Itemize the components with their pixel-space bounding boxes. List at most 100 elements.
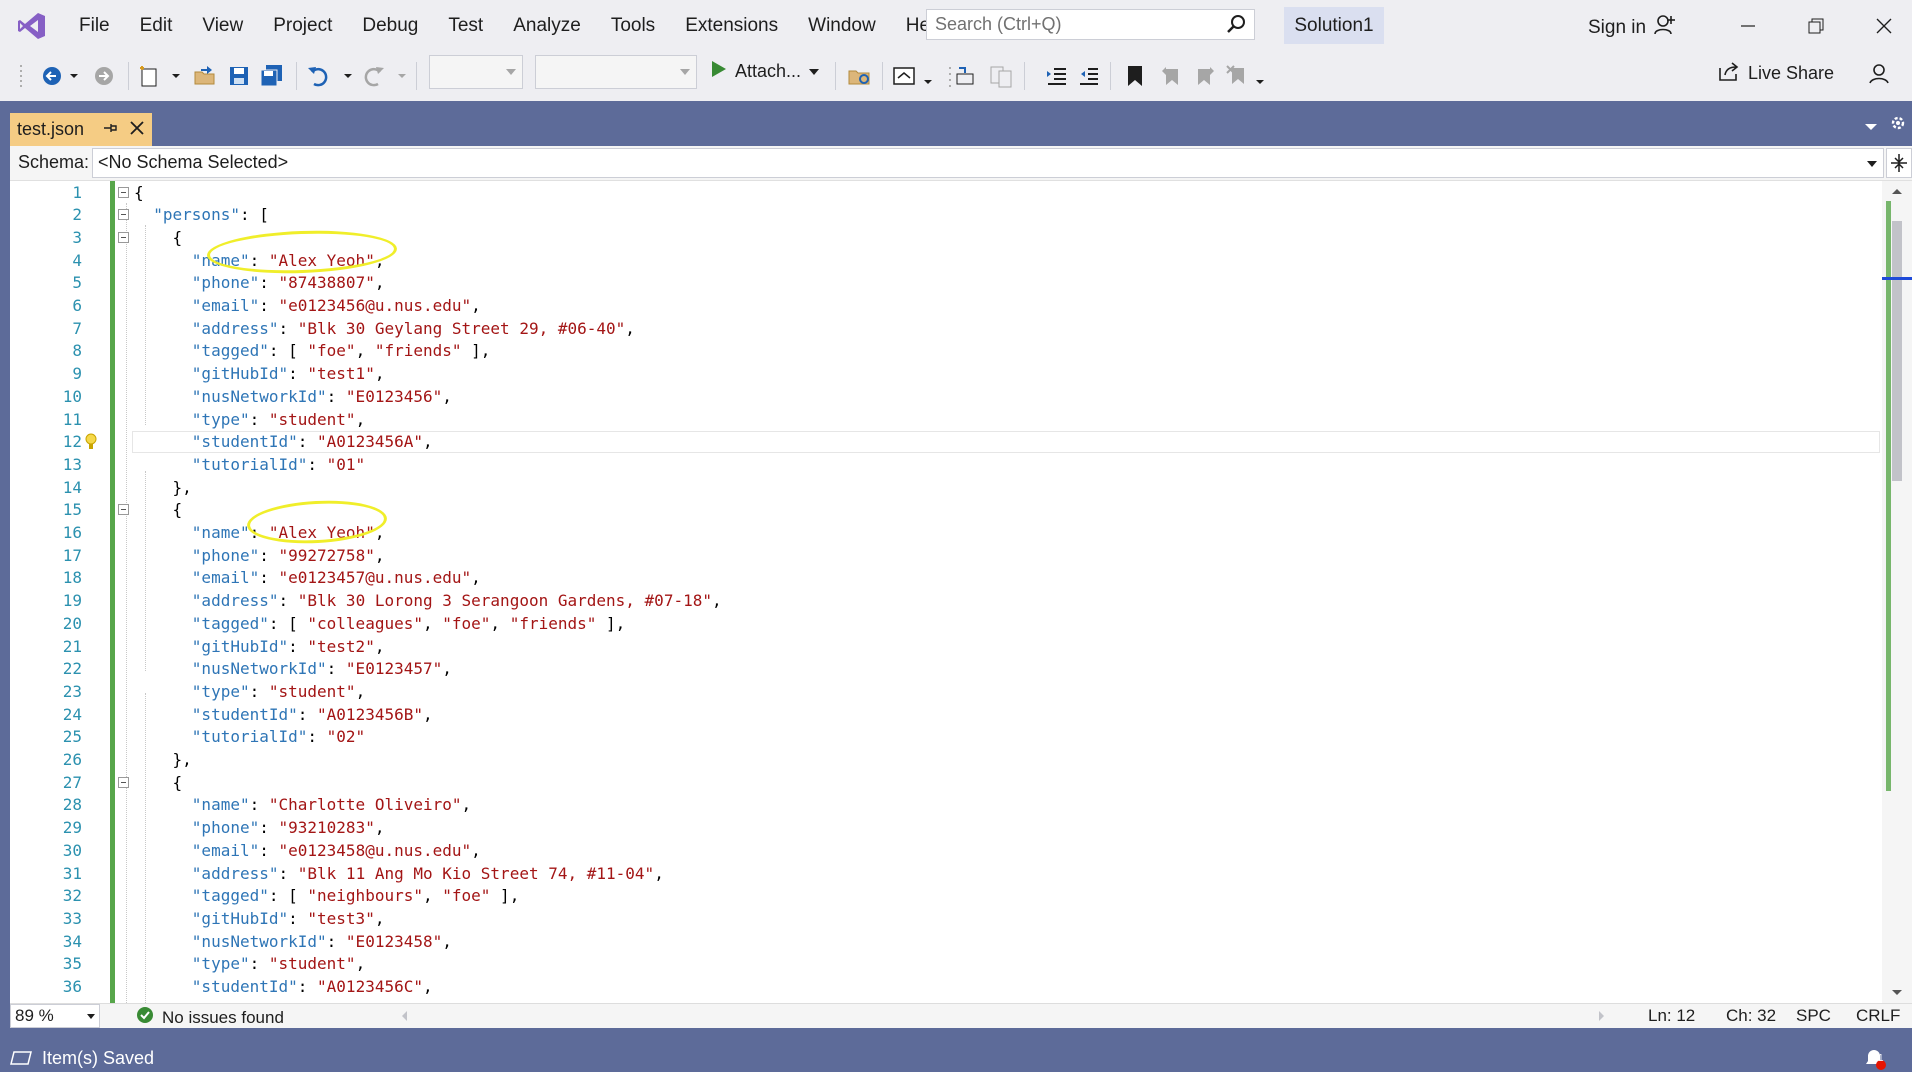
scroll-right-icon[interactable] xyxy=(1598,1010,1606,1022)
scroll-left-icon[interactable] xyxy=(400,1010,408,1022)
schema-dropdown[interactable]: <No Schema Selected> xyxy=(92,148,1884,178)
menu-debug[interactable]: Debug xyxy=(347,0,433,51)
line-ending-indicator[interactable]: CRLF xyxy=(1856,1006,1900,1026)
code-line[interactable]: 25 "tutorialId": "02" xyxy=(10,726,1882,749)
code-line[interactable]: 27 { xyxy=(10,772,1882,795)
attach-button[interactable]: Attach... xyxy=(711,60,820,83)
code-line[interactable]: 35 "type": "student", xyxy=(10,953,1882,976)
scroll-down-icon[interactable] xyxy=(1891,989,1903,997)
menu-edit[interactable]: Edit xyxy=(125,0,188,51)
close-window-button[interactable] xyxy=(1850,0,1912,51)
menu-analyze[interactable]: Analyze xyxy=(498,0,596,51)
close-tab-icon[interactable] xyxy=(128,119,146,142)
scrollbar-thumb[interactable] xyxy=(1892,221,1902,481)
code-line[interactable]: 10 "nusNetworkId": "E0123456", xyxy=(10,386,1882,409)
code-line[interactable]: 1{ xyxy=(10,182,1882,205)
code-line[interactable]: 11 "type": "student", xyxy=(10,409,1882,432)
collapse-icon[interactable] xyxy=(118,231,129,243)
live-share-button[interactable]: Live Share xyxy=(1718,60,1834,87)
menu-tools[interactable]: Tools xyxy=(596,0,670,51)
code-line[interactable]: 32 "tagged": [ "neighbours", "foe" ], xyxy=(10,885,1882,908)
code-line[interactable]: 4 "name": "Alex Yeoh", xyxy=(10,250,1882,273)
code-line[interactable]: 6 "email": "e0123456@u.nus.edu", xyxy=(10,295,1882,318)
solution-platforms-dropdown[interactable] xyxy=(535,55,697,89)
decrease-indent-button[interactable] xyxy=(1044,62,1070,90)
code-line[interactable]: 23 "type": "student", xyxy=(10,681,1882,704)
menu-test[interactable]: Test xyxy=(433,0,498,51)
code-line[interactable]: 20 "tagged": [ "colleagues", "foe", "fri… xyxy=(10,613,1882,636)
code-line[interactable]: 30 "email": "e0123458@u.nus.edu", xyxy=(10,840,1882,863)
notification-bell-icon[interactable] xyxy=(1862,1048,1890,1072)
code-line[interactable]: 9 "gitHubId": "test1", xyxy=(10,363,1882,386)
zoom-dropdown[interactable]: 89 % xyxy=(10,1004,100,1028)
code-line[interactable]: 7 "address": "Blk 30 Geylang Street 29, … xyxy=(10,318,1882,341)
code-line[interactable]: 16 "name": "Alex Yeoh", xyxy=(10,522,1882,545)
minimize-button[interactable] xyxy=(1714,0,1782,51)
code-line[interactable]: 3 { xyxy=(10,227,1882,250)
split-window-button[interactable] xyxy=(1886,148,1912,178)
code-line[interactable]: 18 "email": "e0123457@u.nus.edu", xyxy=(10,567,1882,590)
code-line[interactable]: 31 "address": "Blk 11 Ang Mo Kio Street … xyxy=(10,863,1882,886)
solution-configurations-dropdown[interactable] xyxy=(429,55,523,89)
code-line[interactable]: 8 "tagged": [ "foe", "friends" ], xyxy=(10,340,1882,363)
new-project-button[interactable] xyxy=(138,62,184,90)
code-line[interactable]: 17 "phone": "99272758", xyxy=(10,545,1882,568)
tab-test-json[interactable]: test.json xyxy=(10,113,152,146)
pin-icon[interactable] xyxy=(102,120,118,141)
step-into-button[interactable] xyxy=(946,62,978,90)
menu-file[interactable]: File xyxy=(64,0,125,51)
settings-gear-icon[interactable] xyxy=(1890,115,1906,136)
previous-bookmark-button[interactable] xyxy=(1158,62,1184,90)
code-line[interactable]: 28 "name": "Charlotte Oliveiro", xyxy=(10,794,1882,817)
vertical-scrollbar[interactable] xyxy=(1882,181,1912,1003)
solution-explorer-button[interactable] xyxy=(892,62,938,90)
code-line[interactable]: 24 "studentId": "A0123456B", xyxy=(10,704,1882,727)
tab-overflow-chevron-down-icon[interactable] xyxy=(1864,119,1878,137)
code-line[interactable]: 5 "phone": "87438807", xyxy=(10,272,1882,295)
toggle-bookmark-button[interactable] xyxy=(1122,62,1148,90)
collapse-icon[interactable] xyxy=(118,186,129,198)
save-all-button[interactable] xyxy=(258,62,286,90)
menu-window[interactable]: Window xyxy=(793,0,891,51)
code-line[interactable]: 22 "nusNetworkId": "E0123457", xyxy=(10,658,1882,681)
code-line[interactable]: 19 "address": "Blk 30 Lorong 3 Serangoon… xyxy=(10,590,1882,613)
undo-button[interactable] xyxy=(306,62,356,90)
collapse-icon[interactable] xyxy=(118,209,129,221)
code-line[interactable]: 34 "nusNetworkId": "E0123458", xyxy=(10,931,1882,954)
code-line[interactable]: 12 "studentId": "A0123456A", xyxy=(10,431,1882,454)
code-line[interactable]: 14 }, xyxy=(10,477,1882,500)
menu-view[interactable]: View xyxy=(187,0,258,51)
code-text-area[interactable]: 1{2 "persons": [3 {4 "name": "Alex Yeoh"… xyxy=(10,181,1882,1003)
code-line[interactable]: 33 "gitHubId": "test3", xyxy=(10,908,1882,931)
menu-extensions[interactable]: Extensions xyxy=(670,0,793,51)
code-line[interactable]: 2 "persons": [ xyxy=(10,204,1882,227)
restore-button[interactable] xyxy=(1782,0,1850,51)
compare-button[interactable] xyxy=(986,62,1016,90)
redo-button[interactable] xyxy=(362,62,410,90)
menu-project[interactable]: Project xyxy=(258,0,347,51)
code-line[interactable]: 21 "gitHubId": "test2", xyxy=(10,636,1882,659)
line-indicator[interactable]: Ln: 12 xyxy=(1648,1006,1695,1026)
feedback-icon[interactable] xyxy=(1866,60,1892,88)
code-line[interactable]: 15 { xyxy=(10,499,1882,522)
indent-indicator[interactable]: SPC xyxy=(1796,1006,1831,1026)
navigate-forward-button[interactable] xyxy=(92,62,116,90)
code-line[interactable]: 29 "phone": "93210283", xyxy=(10,817,1882,840)
collapse-icon[interactable] xyxy=(118,504,129,516)
code-line[interactable]: 26 }, xyxy=(10,749,1882,772)
find-in-files-button[interactable] xyxy=(846,62,874,90)
collapse-icon[interactable] xyxy=(118,776,129,788)
navigate-back-button[interactable] xyxy=(38,62,82,90)
code-line[interactable]: 36 "studentId": "A0123456C", xyxy=(10,976,1882,999)
next-bookmark-button[interactable] xyxy=(1192,62,1218,90)
increase-indent-button[interactable] xyxy=(1076,62,1102,90)
scroll-up-icon[interactable] xyxy=(1891,187,1903,195)
clear-bookmarks-button[interactable] xyxy=(1226,62,1266,90)
search-box[interactable]: Search (Ctrl+Q) xyxy=(926,9,1255,40)
toolbar-grip-icon[interactable] xyxy=(16,62,26,90)
issues-indicator[interactable]: No issues found xyxy=(136,1006,284,1029)
sign-in-button[interactable]: Sign in xyxy=(1588,14,1676,42)
open-file-button[interactable] xyxy=(192,62,218,90)
char-indicator[interactable]: Ch: 32 xyxy=(1726,1006,1776,1026)
code-line[interactable]: 13 "tutorialId": "01" xyxy=(10,454,1882,477)
